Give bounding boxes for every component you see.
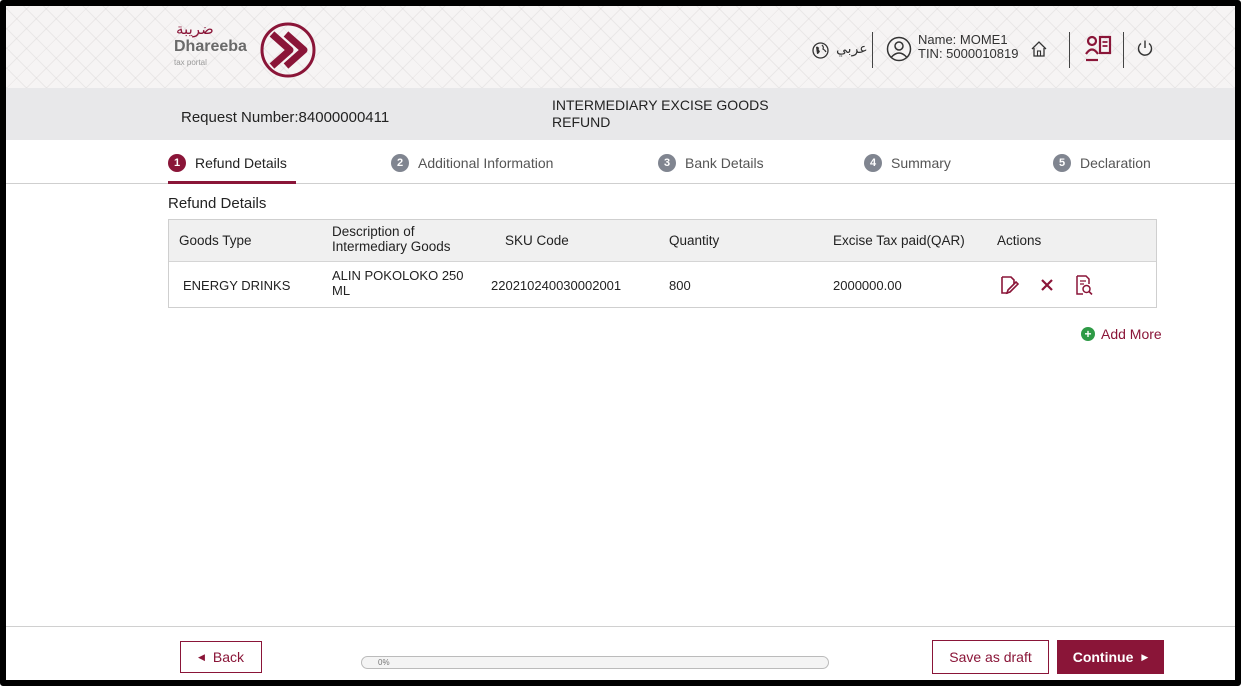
column-header: SKU Code: [505, 233, 569, 248]
cell-sku-code: 220210240030002001: [491, 278, 622, 293]
refund-table: Goods Type Description of Intermediary G…: [168, 219, 1157, 308]
back-arrow-icon: ◀: [197, 651, 205, 662]
add-icon: +: [1081, 327, 1095, 341]
step-additional-information[interactable]: 2 Additional Information: [391, 154, 553, 172]
user-tin: TIN: 5000010819: [918, 46, 1019, 61]
step-label: Additional Information: [418, 155, 554, 171]
section-title: Refund Details: [168, 195, 267, 212]
step-bank-details[interactable]: 3 Bank Details: [658, 154, 764, 172]
language-toggle[interactable]: عربي: [836, 41, 868, 57]
table-header: Goods Type Description of Intermediary G…: [169, 220, 1156, 262]
step-number: 1: [168, 154, 186, 172]
add-more-button[interactable]: + Add More: [1081, 326, 1162, 342]
request-bar: Request Number:84000000411 INTERMEDIARY …: [6, 88, 1235, 140]
column-header: Excise Tax paid(QAR): [833, 233, 965, 248]
header-divider: [1069, 32, 1070, 68]
cell-quantity: 800: [669, 278, 691, 293]
edit-icon[interactable]: [999, 275, 1019, 295]
step-summary[interactable]: 4 Summary: [864, 154, 951, 172]
add-more-label: Add More: [1101, 326, 1162, 342]
user-name: Name: MOME1: [918, 32, 1008, 47]
cell-goods-type: ENERGY DRINKS: [183, 278, 291, 293]
app-frame: ضريبة Dhareeba tax portal عربي Name: MOM…: [0, 0, 1241, 686]
reports-icon[interactable]: [1084, 34, 1112, 65]
request-number: Request Number:84000000411: [181, 109, 390, 126]
view-icon[interactable]: [1075, 275, 1093, 295]
column-header: Goods Type: [179, 233, 252, 248]
continue-label: Continue: [1072, 649, 1134, 665]
header-divider: [1123, 32, 1124, 68]
step-number: 2: [391, 154, 409, 172]
request-title: INTERMEDIARY EXCISE GOODS REFUND: [552, 97, 769, 130]
stepper: 1 Refund Details 2 Additional Informatio…: [6, 140, 1235, 184]
table-row: ENERGY DRINKS ALIN POKOLOKO 250 ML 22021…: [169, 262, 1156, 307]
user-icon[interactable]: [886, 36, 912, 65]
step-refund-details[interactable]: 1 Refund Details: [168, 154, 287, 172]
delete-icon[interactable]: [1039, 277, 1055, 293]
save-as-draft-button[interactable]: Save as draft: [932, 640, 1049, 674]
back-button[interactable]: ◀ Back: [180, 641, 262, 673]
back-label: Back: [212, 649, 245, 665]
dhareeba-logo[interactable]: ضريبة Dhareeba tax portal: [168, 18, 323, 80]
user-info: Name: MOME1 TIN: 5000010819: [918, 33, 1018, 61]
step-number: 3: [658, 154, 676, 172]
globe-icon[interactable]: [812, 42, 829, 62]
logo-arabic-text: ضريبة: [176, 20, 214, 38]
step-number: 5: [1053, 154, 1071, 172]
logo-chevron-icon: [260, 22, 316, 78]
progress-bar: 0%: [361, 656, 829, 669]
column-header: Description of Intermediary Goods: [332, 224, 451, 254]
progress-text: 0%: [378, 658, 390, 667]
step-number: 4: [864, 154, 882, 172]
continue-button[interactable]: Continue ▶: [1057, 640, 1164, 674]
power-icon[interactable]: [1136, 39, 1154, 60]
logo-name: Dhareeba: [174, 38, 247, 55]
continue-arrow-icon: ▶: [1141, 651, 1149, 662]
header-divider: [872, 32, 873, 68]
cell-excise-tax: 2000000.00: [833, 278, 902, 293]
home-icon[interactable]: [1030, 40, 1048, 61]
header: ضريبة Dhareeba tax portal عربي Name: MOM…: [6, 6, 1235, 88]
step-label: Summary: [891, 155, 951, 171]
logo-tagline: tax portal: [174, 58, 207, 67]
footer-bar: ◀ Back 0% Save as draft Continue ▶: [6, 626, 1235, 680]
cell-description: ALIN POKOLOKO 250 ML: [332, 268, 464, 298]
column-header: Actions: [997, 233, 1042, 248]
step-declaration[interactable]: 5 Declaration: [1053, 154, 1151, 172]
active-step-indicator: [168, 181, 296, 184]
step-label: Refund Details: [195, 155, 287, 171]
row-actions: [999, 275, 1093, 295]
step-label: Declaration: [1080, 155, 1151, 171]
step-label: Bank Details: [685, 155, 764, 171]
column-header: Quantity: [669, 233, 720, 248]
